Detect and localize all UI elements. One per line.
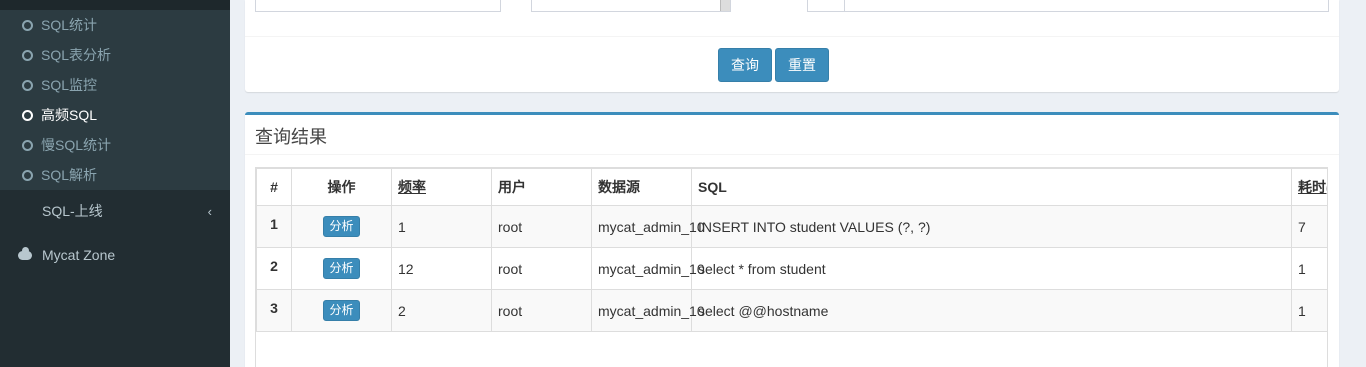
action-cell: 分析 (291, 247, 392, 290)
input-addon (808, 0, 845, 11)
time-cell: 1 (1291, 289, 1327, 332)
frequency-cell: 1 (391, 205, 492, 248)
sidebar-item-label: SQL统计 (41, 17, 98, 33)
datasource-cell: mycat_admin_10 (591, 247, 705, 290)
table-row: 1 分析 1 root mycat_admin_10 INSERT INTO s… (256, 205, 1327, 248)
sidebar-item-sql-online[interactable]: SQL-上线 ‹ (0, 189, 230, 233)
action-cell: 分析 (291, 289, 392, 332)
sql-cell: select * from student (691, 247, 1292, 290)
sidebar-item-label: SQL监控 (41, 77, 98, 93)
circle-icon (22, 169, 33, 181)
filter-input-group[interactable] (807, 0, 1329, 12)
frequency-cell: 2 (391, 289, 492, 332)
sidebar-item-label: SQL表分析 (41, 47, 112, 63)
col-header-sql: SQL (691, 168, 1292, 206)
analyze-button[interactable]: 分析 (323, 300, 360, 321)
col-header-datasource: 数据源 (591, 168, 692, 206)
sort-link-time[interactable]: 耗时( (1298, 179, 1327, 195)
sidebar-item-slow-sql-stats[interactable]: 慢SQL统计 (0, 130, 230, 160)
sql-cell: select @@hostname (691, 289, 1292, 332)
col-header-user: 用户 (491, 168, 592, 206)
circle-icon (22, 79, 33, 91)
sidebar-item-high-freq-sql[interactable]: 高频SQL (0, 100, 230, 130)
user-cell: root (491, 205, 592, 248)
query-button[interactable]: 查询 (718, 48, 772, 82)
sidebar-header-strip (0, 0, 230, 10)
sidebar-item-label: 慢SQL统计 (41, 137, 112, 153)
sidebar-item-sql-table-analysis[interactable]: SQL表分析 (0, 40, 230, 70)
circle-icon (22, 19, 33, 31)
table-header-row: # 操作 频率 用户 数据源 SQL 耗时( (256, 168, 1327, 206)
circle-icon (22, 49, 33, 61)
sidebar-item-mycat-zone[interactable]: Mycat Zone (0, 233, 230, 277)
user-cell: root (491, 289, 592, 332)
sidebar-item-sql-monitor[interactable]: SQL监控 (0, 70, 230, 100)
time-cell: 7 (1291, 205, 1327, 248)
frequency-cell: 12 (391, 247, 492, 290)
sidebar-item-label: Mycat Zone (42, 247, 116, 263)
sidebar: SQL统计 SQL表分析 SQL监控 高频SQL 慢SQL统计 SQL解析 SQ… (0, 0, 230, 367)
row-index: 2 (256, 247, 292, 290)
datasource-cell: mycat_admin_10 (591, 205, 705, 248)
col-header-index: # (256, 168, 292, 206)
result-table-wrapper[interactable]: # 操作 频率 用户 数据源 SQL 耗时( 1 分析 1 root mycat… (255, 167, 1328, 367)
col-header-time[interactable]: 耗时( (1291, 168, 1327, 206)
circle-icon (22, 139, 33, 151)
table-row: 2 分析 12 root mycat_admin_10 select * fro… (256, 247, 1327, 290)
circle-icon (22, 109, 33, 121)
sidebar-item-label: SQL-上线 (42, 203, 103, 219)
analyze-button[interactable]: 分析 (323, 258, 360, 279)
user-cell: root (491, 247, 592, 290)
time-cell: 1 (1291, 247, 1327, 290)
sidebar-item-label: 高频SQL (41, 107, 98, 123)
chevron-left-icon: ‹ (207, 204, 212, 219)
sort-link-frequency[interactable]: 频率 (398, 179, 426, 195)
form-divider (245, 36, 1339, 37)
sql-submenu: SQL统计 SQL表分析 SQL监控 高频SQL 慢SQL统计 SQL解析 (0, 10, 230, 190)
sidebar-item-sql-stats[interactable]: SQL统计 (0, 10, 230, 40)
col-header-frequency[interactable]: 频率 (391, 168, 492, 206)
panel-divider (245, 154, 1339, 155)
col-header-action: 操作 (291, 168, 392, 206)
search-form-panel: 查询 重置 (245, 0, 1339, 92)
analyze-button[interactable]: 分析 (323, 216, 360, 237)
cloud-icon (18, 246, 32, 260)
filter-select[interactable] (531, 0, 731, 12)
select-scroll-thumb[interactable] (720, 0, 730, 11)
result-panel: 查询结果 # 操作 频率 用户 数据源 SQL 耗时(1 分析 1 root … (245, 112, 1339, 367)
row-index: 1 (256, 205, 292, 248)
sql-cell: INSERT INTO student VALUES (?, ?) (691, 205, 1292, 248)
table-row: 3 分析 2 root mycat_admin_10 select @@host… (256, 289, 1327, 332)
reset-button[interactable]: 重置 (775, 48, 829, 82)
datasource-cell: mycat_admin_10 (591, 289, 705, 332)
filter-input-1[interactable] (255, 0, 501, 12)
result-table: # 操作 频率 用户 数据源 SQL 耗时( 1 分析 1 root mycat… (256, 168, 1327, 332)
result-title: 查询结果 (255, 127, 327, 147)
sidebar-item-sql-parse[interactable]: SQL解析 (0, 160, 230, 190)
grid-icon (18, 204, 32, 218)
action-cell: 分析 (291, 205, 392, 248)
sidebar-item-label: SQL解析 (41, 167, 98, 183)
row-index: 3 (256, 289, 292, 332)
